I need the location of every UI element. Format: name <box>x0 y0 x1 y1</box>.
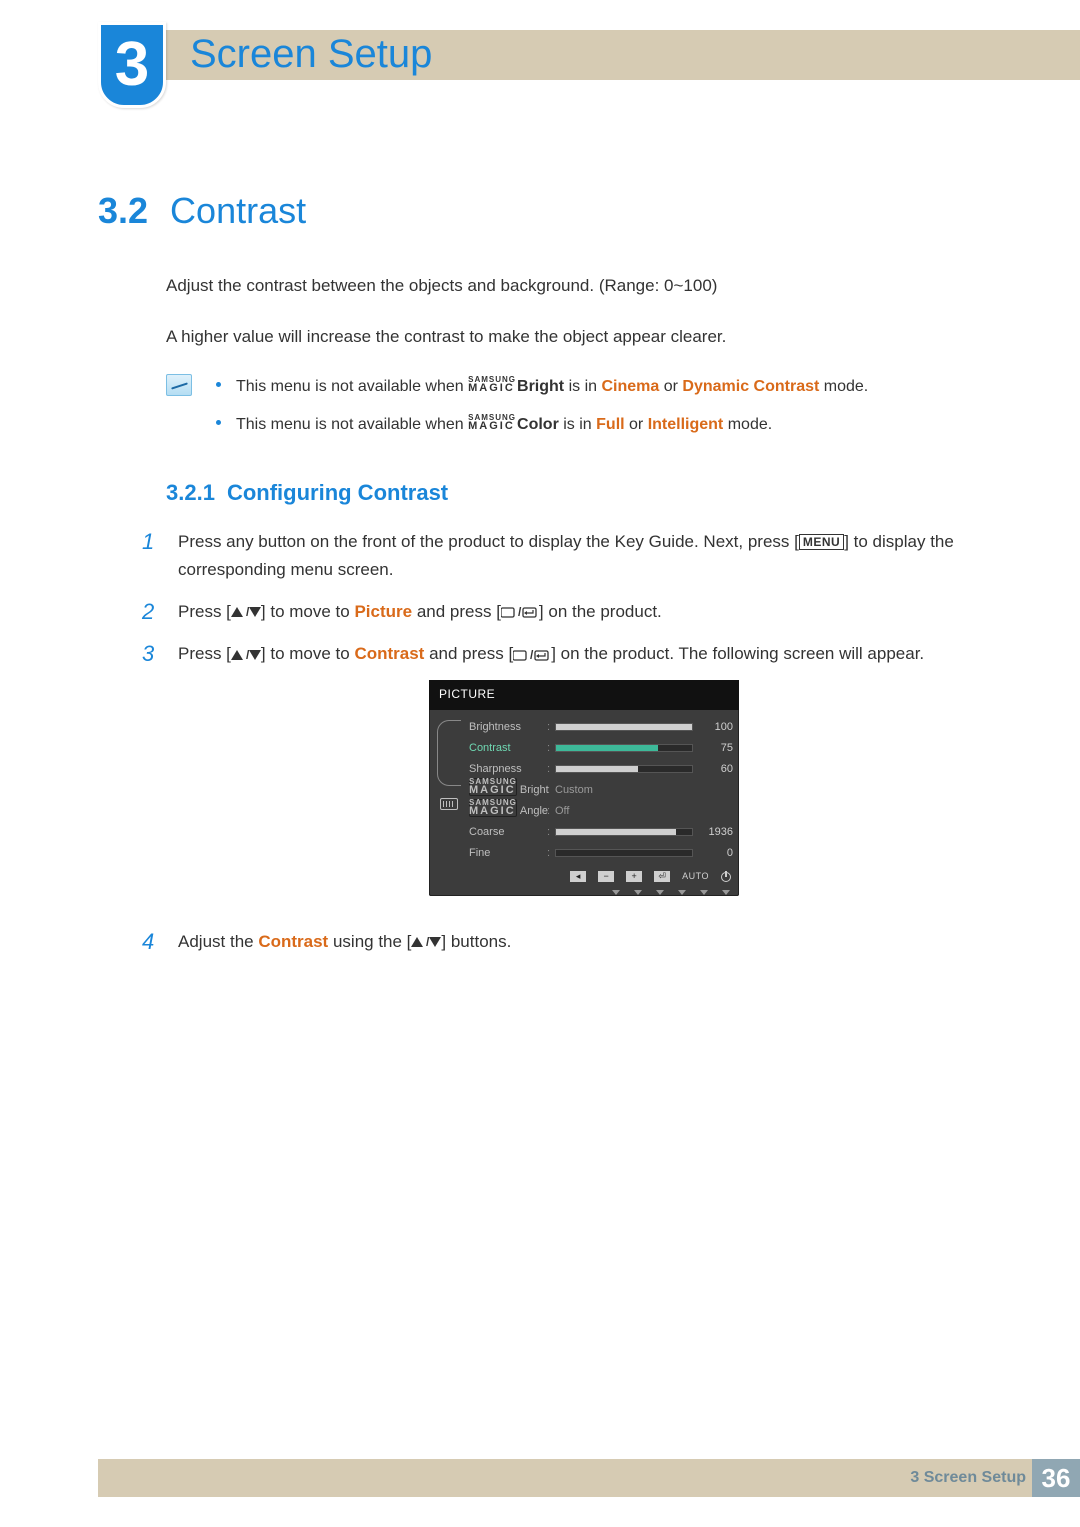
step-3: 3 Press [/] to move to Contrast and pres… <box>142 640 990 914</box>
up-down-icon: / <box>411 936 441 948</box>
svg-text:/: / <box>246 606 250 618</box>
osd-preview: PICTURE Brightness:100Contrast:75Sharpne… <box>429 680 739 896</box>
step-1: 1 Press any button on the front of the p… <box>142 528 990 584</box>
page-number: 36 <box>1032 1459 1080 1497</box>
osd-enter-icon: ⏎ <box>654 871 670 882</box>
note-item-1: This menu is not available when SAMSUNGM… <box>216 374 990 400</box>
osd-title: PICTURE <box>429 680 739 710</box>
up-down-icon: / <box>231 649 261 661</box>
svg-text:/: / <box>518 606 522 618</box>
chapter-title: Screen Setup <box>190 32 432 77</box>
chapter-number: 3 <box>115 34 149 96</box>
osd-row: Coarse:1936 <box>469 821 733 842</box>
step-2: 2 Press [/] to move to Picture and press… <box>142 598 990 627</box>
section-heading: 3.2 Contrast <box>98 190 990 232</box>
osd-row: Fine:0 <box>469 842 733 863</box>
menu-button-glyph: MENU <box>799 534 844 550</box>
note-block: This menu is not available when SAMSUNGM… <box>166 374 990 449</box>
subsection-heading: 3.2.1Configuring Contrast <box>166 480 990 506</box>
svg-text:/: / <box>426 936 430 948</box>
page-footer: 3 Screen Setup 36 <box>98 1459 1080 1497</box>
section-number: 3.2 <box>98 190 148 232</box>
note-icon <box>166 374 192 396</box>
chapter-tab: 3 <box>98 22 166 108</box>
step-4: 4 Adjust the Contrast using the [/] butt… <box>142 928 990 957</box>
enter-icon: / <box>501 606 539 618</box>
svg-text:/: / <box>246 649 250 661</box>
osd-back-icon: ◂ <box>570 871 586 882</box>
note-item-2: This menu is not available when SAMSUNGM… <box>216 412 990 438</box>
section-title: Contrast <box>170 190 306 232</box>
osd-row: Contrast:75 <box>469 737 733 758</box>
section-intro-2: A higher value will increase the contras… <box>166 323 990 350</box>
enter-icon: / <box>513 649 551 661</box>
osd-sidebar-icon <box>440 798 458 810</box>
osd-row: SAMSUNGMAGIC Angle:Off <box>469 800 733 821</box>
osd-auto-label: AUTO <box>682 869 709 884</box>
osd-row: Brightness:100 <box>469 716 733 737</box>
up-down-icon: / <box>231 606 261 618</box>
svg-text:/: / <box>530 649 534 661</box>
osd-power-icon <box>721 872 731 882</box>
section-intro-1: Adjust the contrast between the objects … <box>166 272 990 299</box>
osd-minus-icon: − <box>598 871 614 882</box>
osd-plus-icon: + <box>626 871 642 882</box>
